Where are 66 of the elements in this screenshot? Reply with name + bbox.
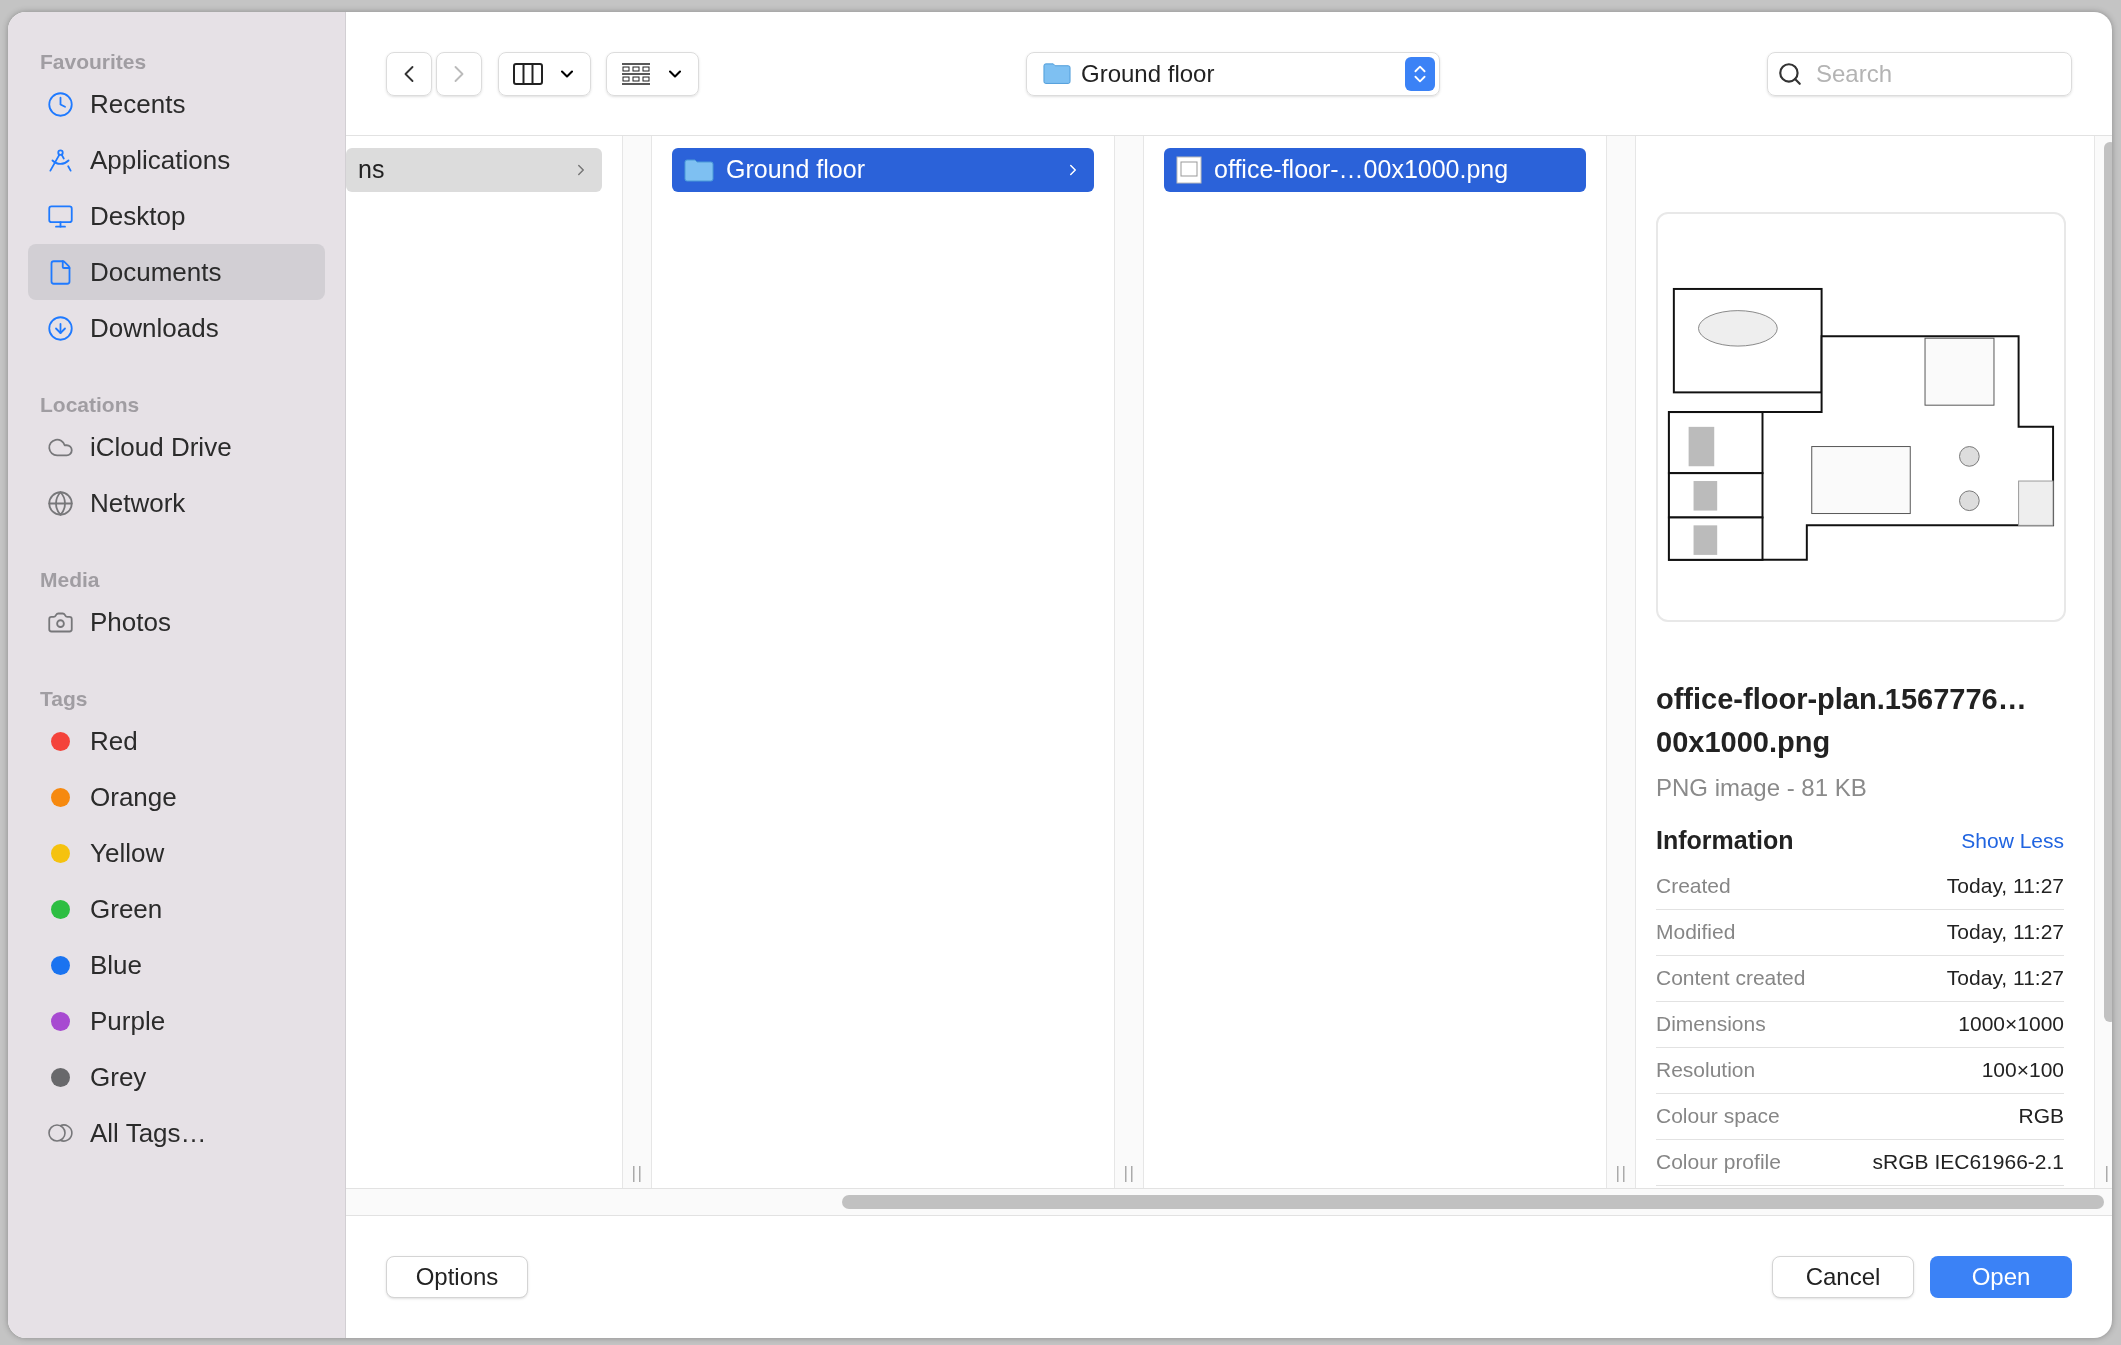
folder-item[interactable]: ns (346, 148, 602, 192)
info-label: Dimensions (1656, 1011, 1766, 1038)
resize-handle-icon[interactable] (632, 1166, 642, 1182)
dialog-button[interactable]: Cancel (1772, 1256, 1914, 1298)
grid-icon (620, 62, 651, 85)
tags-icon (46, 1123, 74, 1143)
info-value: RGB (2018, 1103, 2064, 1130)
image-thumbnail-icon (1176, 156, 1202, 184)
horizontal-scrollbar[interactable] (842, 1195, 2104, 1209)
info-value: 1000×1000 (1958, 1011, 2064, 1038)
info-value: Today, 11:27 (1946, 965, 2064, 992)
search-icon (1777, 60, 1803, 87)
resize-handle-icon[interactable] (1124, 1166, 1134, 1182)
show-less-link[interactable]: Show Less (1961, 825, 2064, 857)
info-value: Today, 11:27 (1946, 919, 2064, 946)
back-button[interactable] (386, 51, 432, 96)
sidebar-item[interactable]: Recents (28, 76, 325, 132)
info-label: Colour profile (1656, 1149, 1781, 1176)
sidebar-item[interactable]: Grey (28, 1049, 325, 1105)
vertical-scrollbar[interactable] (2103, 142, 2112, 1022)
info-value: 100×100 (1981, 1057, 2064, 1084)
download-icon (46, 314, 74, 342)
sidebar-item[interactable]: Photos (28, 594, 325, 650)
sidebar-item[interactable]: Purple (28, 993, 325, 1049)
folder-item[interactable]: Ground floor (672, 148, 1094, 192)
file-kind: PNG image - 81 KB (1656, 773, 1868, 803)
sidebar-item[interactable]: Applications (28, 132, 325, 188)
file-item[interactable]: office-floor-…00x1000.png (1164, 148, 1586, 192)
sidebar-item[interactable]: iCloud Drive (28, 419, 325, 475)
globe-icon (46, 489, 74, 517)
sidebar-item[interactable]: Blue (28, 937, 325, 993)
info-value: sRGB IEC61966-2.1 (1872, 1149, 2064, 1176)
primary-button[interactable]: Open (1930, 1256, 2072, 1298)
folder-icon (684, 158, 714, 182)
sidebar-item[interactable]: Downloads (28, 300, 325, 356)
columns-icon (512, 62, 543, 85)
clock-icon (46, 90, 74, 118)
search-field[interactable]: Search (1767, 51, 2072, 96)
info-label: Content created (1656, 965, 1806, 992)
section-title: Information (1656, 825, 1794, 856)
info-label: Resolution (1656, 1057, 1756, 1084)
monitor-icon (46, 202, 74, 230)
info-label: Created (1656, 873, 1731, 900)
sidebar-item[interactable]: All Tags… (28, 1105, 325, 1161)
section-header: Favourites (39, 49, 148, 75)
sidebar-item[interactable]: Red (28, 713, 325, 769)
folder-icon (1043, 62, 1071, 85)
info-value: Today, 11:27 (1946, 873, 2064, 900)
file-title: office-floor-plan.1567776…00x1000.png (1656, 682, 2028, 760)
sidebar-item[interactable]: Desktop (28, 188, 325, 244)
location-popup[interactable]: Ground floor (1026, 51, 1440, 96)
dialog-button[interactable]: Options (386, 1256, 528, 1298)
section-header: Locations (39, 392, 141, 418)
stepper-icon (1405, 56, 1435, 91)
sidebar-item[interactable]: Yellow (28, 825, 325, 881)
sidebar-item[interactable]: Orange (28, 769, 325, 825)
info-label: Colour space (1656, 1103, 1780, 1130)
info-label: Modified (1656, 919, 1736, 946)
sidebar-item[interactable]: Green (28, 881, 325, 937)
resize-handle-icon[interactable] (1616, 1166, 1626, 1182)
section-header: Media (39, 567, 101, 593)
section-header: Tags (39, 686, 89, 712)
sidebar-item[interactable]: Documents (28, 244, 325, 300)
group-button[interactable] (606, 51, 699, 96)
view-mode-button[interactable] (498, 51, 591, 96)
sidebar-item[interactable]: Network (28, 475, 325, 531)
